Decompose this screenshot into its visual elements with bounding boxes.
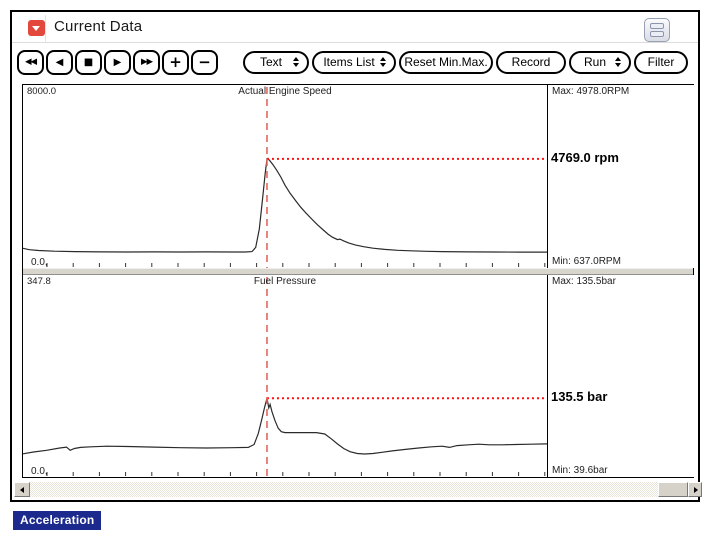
titlebar-divider	[45, 15, 46, 42]
stop-button[interactable]: ■	[75, 50, 102, 75]
chart-canvas-2	[23, 275, 547, 477]
up-down-arrows-icon	[380, 57, 386, 67]
chart-side-panel-2: Max: 135.5bar 135.5 bar Min: 39.6bar	[548, 275, 694, 477]
cursor-value-label: 135.5 bar	[551, 389, 607, 404]
zoom-in-button[interactable]: +	[162, 50, 189, 75]
record-label: Record	[512, 55, 551, 69]
min-value-label: Min: 637.0RPM	[552, 256, 621, 267]
up-down-arrows-icon	[615, 57, 621, 67]
pane-top	[650, 23, 664, 29]
reset-minmax-label: Reset Min.Max.	[404, 55, 487, 69]
pane-bottom	[650, 31, 664, 37]
up-down-arrows-icon	[293, 57, 299, 67]
chart-side-panel-1: Max: 4978.0RPM 4769.0 rpm Min: 637.0RPM	[548, 85, 694, 268]
current-data-window: Current Data ◀◀◀■▶▶▶+−TextItems ListRese…	[10, 10, 700, 502]
cursor-value-label: 4769.0 rpm	[551, 150, 619, 165]
reset-minmax-button[interactable]: Reset Min.Max.	[399, 51, 493, 74]
window-title: Current Data	[54, 18, 142, 35]
y-scale-zero-label: 0.0,	[31, 466, 48, 477]
titlebar-underline	[12, 42, 698, 43]
chart-area: 8000.0Actual Engine Speed0.0,Max: 4978.0…	[22, 84, 694, 478]
rewind-button[interactable]: ◀◀	[17, 50, 44, 75]
play-button[interactable]: ▶	[104, 50, 131, 75]
chart-title: Actual Engine Speed	[23, 86, 547, 97]
items-list-label: Items List	[323, 55, 374, 69]
chart-plot-2[interactable]: 347.8Fuel Pressure0.0,	[23, 275, 547, 477]
step-back-button[interactable]: ◀	[46, 50, 73, 75]
dual-pane-icon[interactable]	[644, 18, 670, 42]
fast-forward-button[interactable]: ▶▶	[133, 50, 160, 75]
chart-plot-1[interactable]: 8000.0Actual Engine Speed0.0,	[23, 85, 547, 268]
left-arrow-icon[interactable]	[14, 482, 30, 497]
max-value-label: Max: 4978.0RPM	[552, 86, 629, 97]
max-value-label: Max: 135.5bar	[552, 276, 616, 287]
items-list-dropdown[interactable]: Items List	[312, 51, 396, 74]
dataset-tag: Acceleration	[13, 511, 101, 530]
filter-label: Filter	[648, 55, 675, 69]
chart-title: Fuel Pressure	[23, 276, 547, 287]
zoom-out-button[interactable]: −	[191, 50, 218, 75]
screen: Current Data ◀◀◀■▶▶▶+−TextItems ListRese…	[0, 0, 718, 536]
chart-splitter[interactable]	[23, 268, 693, 275]
scrollbar-thumb[interactable]	[658, 482, 688, 497]
right-arrow-icon[interactable]	[688, 482, 702, 497]
toolbar: ◀◀◀■▶▶▶+−TextItems ListReset Min.Max.Rec…	[17, 48, 694, 76]
min-value-label: Min: 39.6bar	[552, 465, 608, 476]
chart-canvas-1	[23, 85, 547, 268]
titlebar: Current Data	[12, 12, 698, 44]
red-caret-down-icon[interactable]	[28, 20, 45, 36]
filter-button[interactable]: Filter	[634, 51, 688, 74]
text-mode-dropdown[interactable]: Text	[243, 51, 309, 74]
text-mode-label: Text	[260, 55, 282, 69]
run-label: Run	[584, 55, 606, 69]
y-scale-zero-label: 0.0,	[31, 257, 48, 268]
record-button[interactable]: Record	[496, 51, 566, 74]
horizontal-scrollbar[interactable]	[14, 482, 702, 497]
run-dropdown[interactable]: Run	[569, 51, 631, 74]
